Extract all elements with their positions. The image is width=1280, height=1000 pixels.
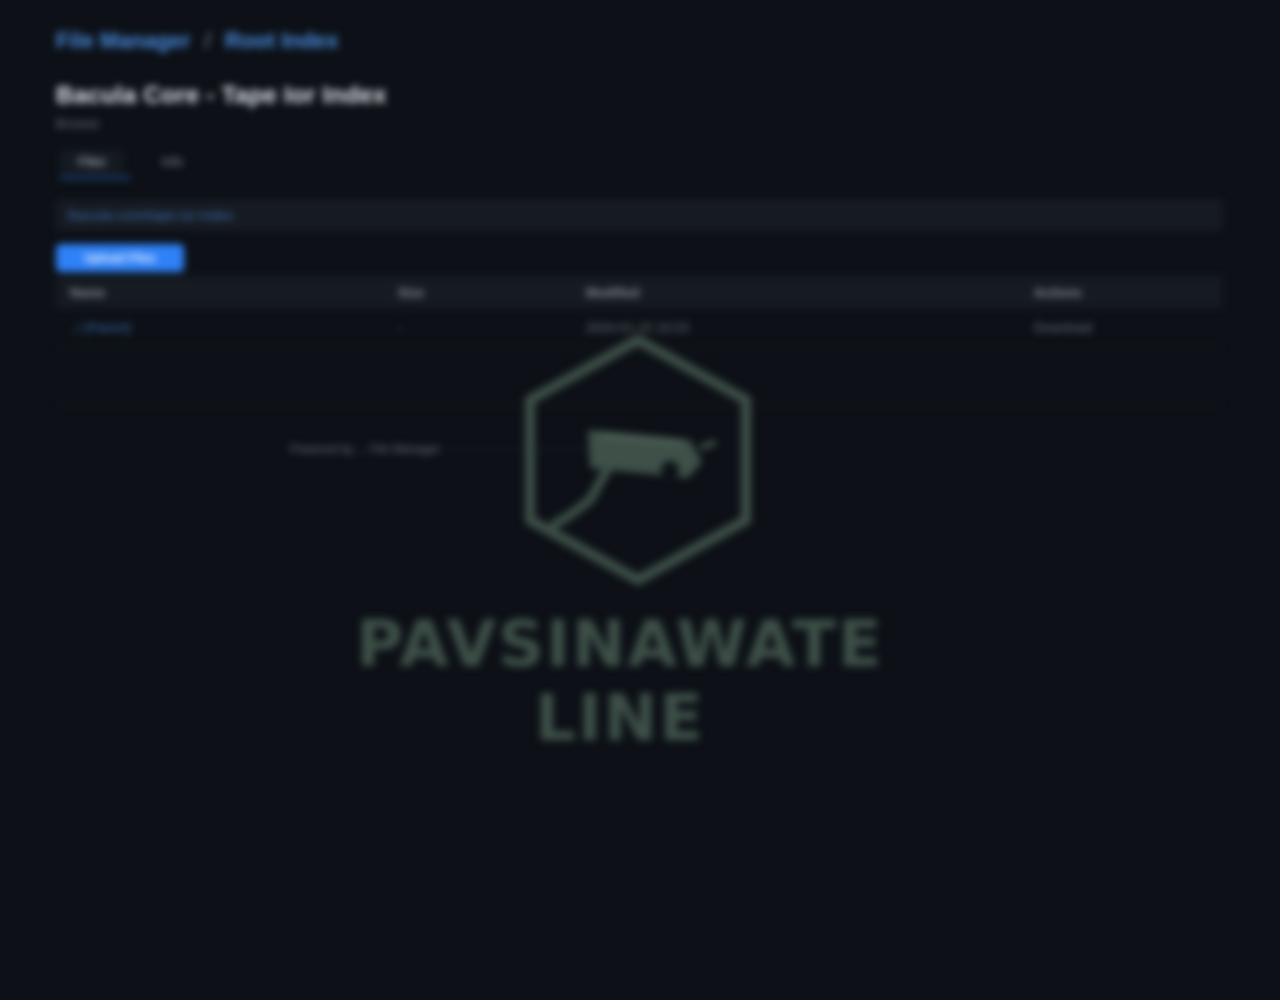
watermark: PAVSINAWATE LINE (270, 330, 970, 756)
tab-info[interactable]: Info (143, 150, 201, 173)
path-field[interactable]: /bacula-core/tape-ior-index (56, 200, 1222, 230)
active-tab-indicator (60, 176, 130, 179)
column-header-modified[interactable]: Modified (572, 276, 1020, 308)
column-header-name[interactable]: Name (56, 276, 384, 308)
page-subtitle: Browse (56, 116, 100, 131)
upload-button[interactable]: Upload Files (56, 244, 184, 272)
column-header-actions: Actions (1020, 276, 1222, 308)
parent-directory-link[interactable]: ../ (Parent) (70, 320, 131, 335)
breadcrumb-separator: / (204, 28, 211, 53)
table-header-row: Name Size Modified Actions (56, 276, 1222, 308)
tab-bar: Files Info (60, 150, 201, 173)
camera-hexagon-logo-icon (525, 334, 751, 586)
cell-actions[interactable]: Download (1020, 308, 1222, 348)
breadcrumb-root-link[interactable]: File Manager (56, 28, 190, 53)
file-manager-page: File Manager / Root Index Bacula Core - … (0, 0, 1280, 1000)
breadcrumb: File Manager / Root Index (56, 28, 339, 54)
tab-files[interactable]: Files (60, 150, 124, 173)
breadcrumb-current-link[interactable]: Root Index (225, 28, 339, 53)
watermark-text: PAVSINAWATE LINE (356, 608, 884, 756)
page-title: Bacula Core - Tape Ior Index (56, 82, 387, 109)
column-header-size[interactable]: Size (384, 276, 572, 308)
